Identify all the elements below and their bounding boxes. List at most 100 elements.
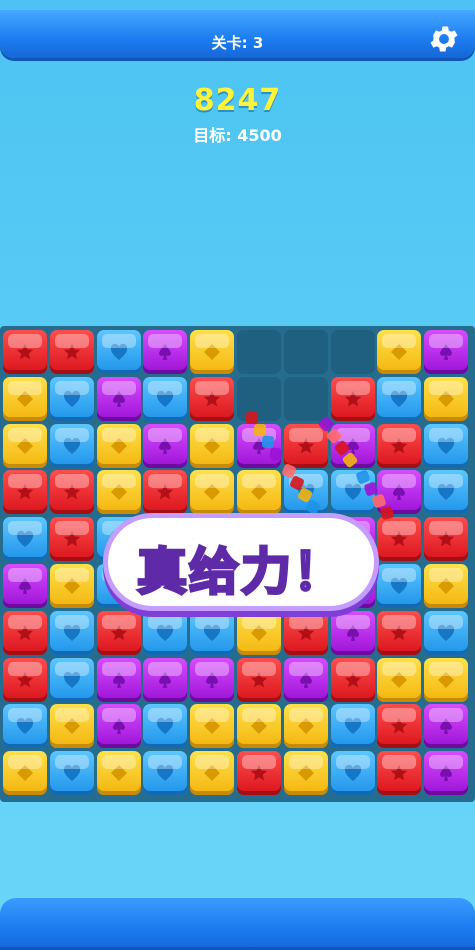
yellow-block[interactable] xyxy=(49,564,94,608)
yellow-block-symbol-icon xyxy=(391,671,408,688)
yellow-block[interactable] xyxy=(190,423,235,468)
red-block[interactable] xyxy=(3,610,47,655)
yellow-block[interactable] xyxy=(96,423,141,468)
blue-block-symbol-icon xyxy=(157,765,174,782)
blue-block[interactable] xyxy=(377,564,422,608)
red-block[interactable] xyxy=(49,517,94,562)
red-block-symbol-icon xyxy=(16,624,34,641)
purple-block[interactable] xyxy=(143,330,188,374)
red-block-symbol-icon xyxy=(437,531,455,547)
yellow-block-symbol-icon xyxy=(297,718,314,735)
purple-block[interactable] xyxy=(190,657,235,702)
blue-block[interactable] xyxy=(424,423,469,468)
yellow-block[interactable] xyxy=(3,751,47,796)
blue-block[interactable] xyxy=(49,423,94,468)
purple-block-symbol-icon xyxy=(19,578,31,594)
blue-block[interactable] xyxy=(424,610,469,655)
red-block[interactable] xyxy=(3,657,47,702)
yellow-block[interactable] xyxy=(424,564,469,608)
blue-block-symbol-icon xyxy=(63,765,80,782)
blue-block[interactable] xyxy=(49,610,94,655)
yellow-block-symbol-icon xyxy=(110,484,127,501)
purple-block[interactable] xyxy=(96,704,141,749)
blue-block-symbol-icon xyxy=(204,624,221,641)
yellow-block[interactable] xyxy=(377,330,422,374)
blue-block[interactable] xyxy=(330,704,375,749)
purple-block[interactable] xyxy=(96,376,141,421)
empty-cell xyxy=(330,330,375,374)
blue-block[interactable] xyxy=(143,751,188,796)
yellow-block-symbol-icon xyxy=(63,578,80,594)
purple-block[interactable] xyxy=(283,657,328,702)
red-block[interactable] xyxy=(237,657,281,702)
blue-block[interactable] xyxy=(424,470,469,515)
blue-block[interactable] xyxy=(190,610,235,655)
yellow-block[interactable] xyxy=(237,610,281,655)
yellow-block[interactable] xyxy=(190,330,235,374)
red-block[interactable] xyxy=(49,330,94,374)
particle xyxy=(246,412,258,424)
purple-block[interactable] xyxy=(143,657,188,702)
purple-block-symbol-icon xyxy=(112,671,125,688)
red-block[interactable] xyxy=(143,470,188,515)
yellow-block[interactable] xyxy=(283,751,328,796)
yellow-block[interactable] xyxy=(3,423,47,468)
blue-block[interactable] xyxy=(3,704,47,749)
blue-block[interactable] xyxy=(49,376,94,421)
blue-block[interactable] xyxy=(49,751,94,796)
yellow-block[interactable] xyxy=(190,751,235,796)
red-block-symbol-icon xyxy=(157,484,174,500)
purple-block[interactable] xyxy=(96,657,141,702)
blue-block-symbol-icon xyxy=(157,718,174,735)
yellow-block-symbol-icon xyxy=(204,765,221,782)
red-block[interactable] xyxy=(377,610,422,655)
purple-block[interactable] xyxy=(143,423,188,468)
blue-block[interactable] xyxy=(96,330,141,374)
blue-block[interactable] xyxy=(143,704,188,749)
red-block[interactable] xyxy=(190,376,235,421)
red-block[interactable] xyxy=(3,330,47,374)
red-block[interactable] xyxy=(377,704,422,749)
red-block[interactable] xyxy=(330,657,375,702)
purple-block[interactable] xyxy=(424,330,469,374)
level-label: 关卡: 3 xyxy=(211,34,264,52)
blue-block-symbol-icon xyxy=(63,437,80,454)
purple-block[interactable] xyxy=(3,564,47,608)
purple-block-symbol-icon xyxy=(440,718,453,735)
red-block-symbol-icon xyxy=(16,671,34,687)
yellow-block[interactable] xyxy=(3,376,47,421)
blue-block[interactable] xyxy=(143,610,188,655)
gear-icon[interactable] xyxy=(427,22,461,56)
red-block-symbol-icon xyxy=(16,484,34,500)
yellow-block[interactable] xyxy=(96,470,141,515)
yellow-block[interactable] xyxy=(424,376,469,421)
blue-block-symbol-icon xyxy=(63,624,80,641)
blue-block[interactable] xyxy=(49,657,94,702)
red-block[interactable] xyxy=(49,470,94,515)
yellow-block-symbol-icon xyxy=(204,437,221,454)
blue-block[interactable] xyxy=(143,376,188,421)
yellow-block[interactable] xyxy=(96,751,141,796)
blue-block[interactable] xyxy=(330,751,375,796)
purple-block[interactable] xyxy=(424,751,469,796)
red-block[interactable] xyxy=(424,517,469,562)
yellow-block[interactable] xyxy=(49,704,94,749)
red-block[interactable] xyxy=(283,610,328,655)
red-block[interactable] xyxy=(3,470,47,515)
yellow-block[interactable] xyxy=(190,470,235,515)
purple-block[interactable] xyxy=(330,610,375,655)
yellow-block[interactable] xyxy=(424,657,469,702)
red-block-symbol-icon xyxy=(391,765,408,781)
red-block[interactable] xyxy=(96,610,141,655)
red-block[interactable] xyxy=(377,751,422,796)
yellow-block[interactable] xyxy=(283,704,328,749)
yellow-block[interactable] xyxy=(190,704,235,749)
yellow-block[interactable] xyxy=(237,704,281,749)
purple-block-symbol-icon xyxy=(112,718,125,735)
red-block[interactable] xyxy=(237,751,281,796)
yellow-block[interactable] xyxy=(377,657,422,702)
yellow-block-symbol-icon xyxy=(438,578,455,594)
praise-banner: 真给力！ xyxy=(100,510,382,614)
blue-block[interactable] xyxy=(3,517,47,562)
purple-block[interactable] xyxy=(424,704,469,749)
